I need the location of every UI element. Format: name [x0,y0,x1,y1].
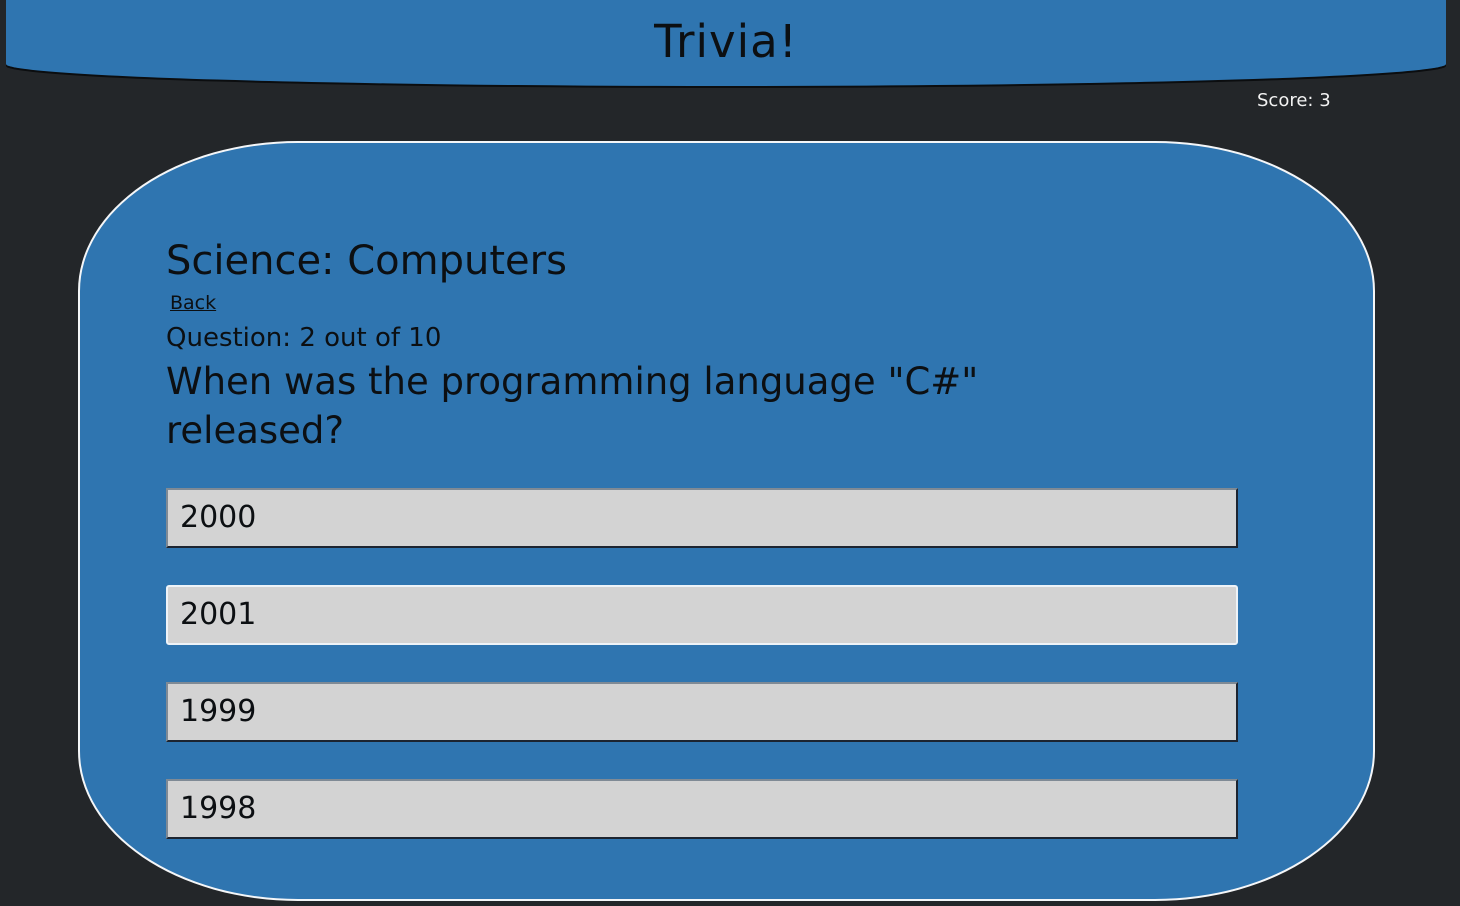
category-title: Science: Computers [166,238,567,284]
score-display: Score: 3 [1257,90,1331,111]
question-text: When was the programming language "C#" r… [166,360,979,452]
back-link[interactable]: Back [170,291,216,315]
question-counter: Question: 2 out of 10 [166,323,442,353]
answer-button-4[interactable]: 1998 [166,779,1238,839]
app-title: Trivia! [654,15,798,68]
question-card: Science: Computers Back Question: 2 out … [78,141,1375,901]
app-header: Trivia! [6,0,1446,86]
answer-button-2[interactable]: 2001 [166,585,1238,645]
answer-button-3[interactable]: 1999 [166,682,1238,742]
answer-button-1[interactable]: 2000 [166,488,1238,548]
